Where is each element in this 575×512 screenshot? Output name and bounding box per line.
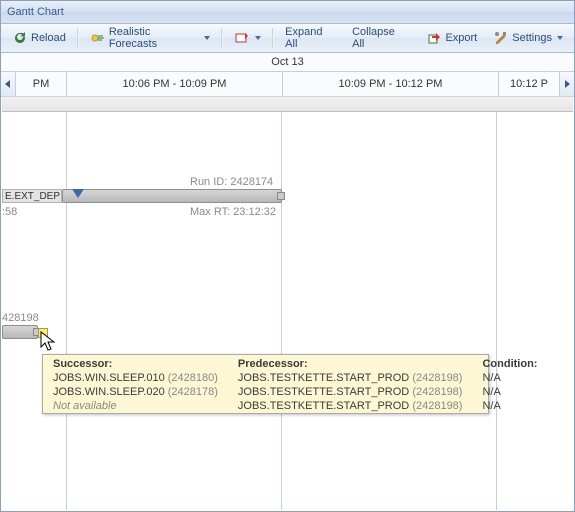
succ-id: (2428180) [168, 372, 218, 384]
date-header: Oct 13 [1, 53, 574, 72]
run-id-label: 428198 [2, 312, 39, 324]
tooltip-row: JOBS.WIN.SLEEP.020 (2428178) JOBS.TESTKE… [43, 385, 547, 399]
pred-name: JOBS.TESTKETTE.START_PROD [238, 400, 409, 412]
export-label: Export [445, 32, 477, 44]
chevron-down-icon [204, 36, 210, 40]
gantt-bar[interactable] [62, 189, 282, 203]
cond: N/A [482, 400, 500, 412]
pred-id: (2428198) [412, 372, 462, 384]
run-id-label: Run ID: 2428174 [190, 176, 273, 188]
toolbar-sep [272, 28, 274, 48]
tooltip-table: Successor: Predecessor: Condition: JOBS.… [43, 355, 547, 413]
expand-all-button[interactable]: Expand All [278, 23, 343, 53]
settings-label: Settings [512, 32, 552, 44]
gantt-window: Gantt Chart Reload Realistic Forecasts E… [0, 0, 575, 512]
collapse-all-button[interactable]: Collapse All [345, 23, 415, 53]
succ-name: JOBS.WIN.SLEEP.010 [53, 372, 165, 384]
cond: N/A [482, 372, 500, 384]
time-col: 10:06 PM - 10:09 PM [67, 72, 283, 96]
dependency-tooltip: Successor: Predecessor: Condition: JOBS.… [42, 354, 489, 414]
date-text: Oct 13 [271, 56, 303, 68]
title-text: Gantt Chart [7, 6, 64, 18]
time-col: 10:09 PM - 10:12 PM [283, 72, 499, 96]
pred-id: (2428198) [412, 400, 462, 412]
toolbar-sep [77, 28, 79, 48]
gantt-bar[interactable] [2, 325, 38, 339]
chevron-down-icon [557, 36, 563, 40]
succ-na: Not available [53, 400, 117, 412]
chevron-down-icon [255, 36, 261, 40]
time-col-label: 10:06 PM - 10:09 PM [123, 78, 227, 90]
time-col-label: 10:09 PM - 10:12 PM [339, 78, 443, 90]
scroll-right-button[interactable] [559, 72, 574, 96]
max-rt-label: Max RT: 23:12:32 [190, 206, 276, 218]
window-title: Gantt Chart [1, 1, 574, 24]
tooltip-header-pred: Predecessor: [228, 355, 473, 371]
bar-handle[interactable] [277, 192, 285, 200]
action-button[interactable] [227, 27, 268, 49]
reload-button[interactable]: Reload [5, 27, 73, 49]
time-col: 10:12 P [499, 72, 559, 96]
succ-name: JOBS.WIN.SLEEP.020 [53, 386, 165, 398]
forecasts-label: Realistic Forecasts [109, 26, 199, 50]
export-button[interactable]: Export [419, 27, 484, 49]
tooltip-row: JOBS.WIN.SLEEP.010 (2428180) JOBS.TESTKE… [43, 371, 547, 385]
time-col: PM [16, 72, 67, 96]
time-col-label: PM [33, 78, 50, 90]
time-columns: PM 10:06 PM - 10:09 PM 10:09 PM - 10:12 … [16, 72, 559, 96]
gridline [66, 96, 67, 510]
export-icon [426, 30, 442, 46]
gridline [281, 96, 282, 510]
settings-icon [493, 30, 509, 46]
tooltip-header-succ: Successor: [43, 355, 228, 371]
sub-time-label: :58 [2, 206, 17, 218]
pred-name: JOBS.TESTKETTE.START_PROD [238, 386, 409, 398]
tooltip-header-cond: Condition: [472, 355, 547, 371]
milestone-icon [72, 189, 84, 198]
toolbar: Reload Realistic Forecasts Expand All Co… [1, 24, 574, 53]
pred-name: JOBS.TESTKETTE.START_PROD [238, 372, 409, 384]
task-label: E.EXT_DEP [2, 189, 62, 203]
forecasts-icon [90, 30, 106, 46]
time-col-label: 10:12 P [510, 78, 548, 90]
tooltip-row: Not available JOBS.TESTKETTE.START_PROD … [43, 399, 547, 413]
succ-id: (2428178) [168, 386, 218, 398]
dependency-node[interactable] [38, 328, 48, 338]
row-divider [2, 96, 573, 112]
chart-area[interactable]: Run ID: 2428174 E.EXT_DEP Max RT: 23:12:… [2, 96, 573, 510]
cond: N/A [482, 386, 500, 398]
toolbar-sep [221, 28, 223, 48]
gridline [496, 96, 497, 510]
action-icon [234, 30, 250, 46]
reload-label: Reload [31, 32, 66, 44]
scroll-left-button[interactable] [1, 72, 16, 96]
settings-button[interactable]: Settings [486, 27, 570, 49]
collapse-label: Collapse All [352, 26, 408, 50]
expand-label: Expand All [285, 26, 336, 50]
reload-icon [12, 30, 28, 46]
forecasts-button[interactable]: Realistic Forecasts [83, 23, 217, 53]
pred-id: (2428198) [412, 386, 462, 398]
time-ruler: PM 10:06 PM - 10:09 PM 10:09 PM - 10:12 … [1, 72, 574, 97]
